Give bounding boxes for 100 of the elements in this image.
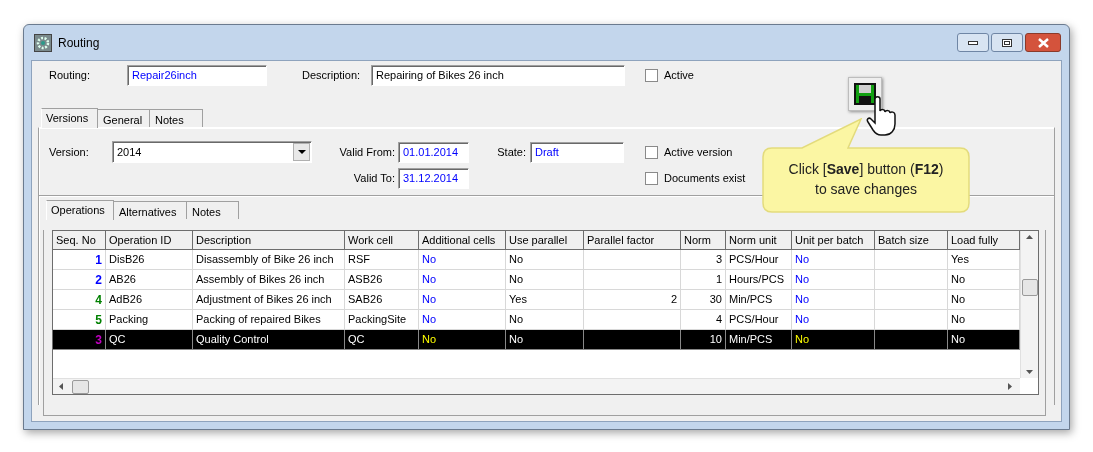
table-cell-text: 2 [670,292,677,308]
field-label: Valid From: [338,144,396,160]
callout-text: Click [Save] button (F12) to save changes [787,160,945,199]
table-cell-text: No [795,292,810,308]
column-header[interactable]: Operation ID [106,231,193,249]
table-cell-text: Packing [109,312,149,328]
column-header[interactable]: Unit per batch [792,231,875,249]
column-header[interactable]: Norm [681,231,726,249]
table-cell-text: 30 [709,292,722,308]
input-field[interactable]: 31.12.2014 [398,167,469,189]
checkbox[interactable] [645,68,658,82]
table-cell-text: PCS/Hour [729,312,779,328]
table-cell-text: AdB26 [109,292,143,308]
column-header[interactable]: Work cell [345,231,419,249]
scroll-down-icon[interactable] [1026,370,1033,374]
field-label: Routing: [49,67,91,83]
table-cell-text: Packing of repaired Bikes [196,312,321,328]
input-field[interactable]: Draft [530,141,624,163]
version-dropdown[interactable]: 2014 [112,141,312,163]
checkbox-label: Documents exist [664,170,746,186]
save-button[interactable] [848,77,882,111]
column-header[interactable]: Use parallel [506,231,584,249]
table-cell-text: Quality Control [196,332,269,348]
checkbox[interactable] [645,171,658,185]
table-cell-text: QC [348,332,365,348]
table-cell-text: No [509,272,524,288]
table-cell-text: No [422,272,437,288]
table-cell-text: 1 [715,272,722,288]
table-cell-text: 1 [95,251,102,269]
checkbox[interactable] [645,145,658,159]
input-field[interactable]: Repairing of Bikes 26 inch [371,64,625,86]
table-cell-text: No [509,312,524,328]
table-cell-text: ASB26 [348,272,383,288]
scroll-right-icon[interactable] [1008,383,1012,390]
table-cell-text: QC [109,332,126,348]
column-header[interactable]: Seq. No [53,231,106,249]
table-cell-text: Min/PCS [729,292,773,308]
vertical-scrollbar[interactable] [1020,231,1038,378]
column-header[interactable]: Description [193,231,345,249]
field-label: Description: [302,67,362,83]
checkbox-label: Active version [664,144,733,160]
maximize-button[interactable] [991,33,1023,52]
column-header[interactable]: Load fully [948,231,1020,249]
table-cell-text: PCS/Hour [729,252,779,268]
minimize-button[interactable] [957,33,989,52]
table-cell-text: No [795,252,810,268]
table-cell-text: PackingSite [348,312,407,328]
input-field[interactable]: 01.01.2014 [398,141,469,163]
scroll-left-icon[interactable] [59,383,63,390]
window-title: Routing [58,34,100,52]
horizontal-scrollbar[interactable] [53,378,1020,394]
table-cell-text: Adjustment of Bikes 26 inch [196,292,332,308]
table-cell-text: No [422,332,437,348]
table-cell-text: 3 [715,252,722,268]
tab[interactable]: Versions [41,108,98,128]
column-header[interactable]: Parallel factor [584,231,681,249]
table-cell-text: Min/PCS [729,332,773,348]
table-cell-text: RSF [348,252,370,268]
table-cell-text: No [795,272,810,288]
checkbox-label: Active [664,67,694,83]
table-cell-text: Disassembly of Bike 26 inch [196,252,334,268]
save-icon [854,83,876,105]
tab[interactable]: General [98,109,150,127]
maximize-icon [1002,38,1012,47]
table-cell-text: No [422,292,437,308]
table-row[interactable]: 1 DisB26 Disassembly of Bike 26 inch RSF No No 3 PCS/Hour No Yes [53,250,1020,270]
column-header[interactable]: Additional cells [419,231,506,249]
table-cell-text: Hours/PCS [729,272,785,288]
field-label: State: [496,144,527,160]
scrollbar-thumb[interactable] [1021,279,1038,296]
column-header[interactable]: Batch size [875,231,948,249]
table-cell-text: 10 [709,332,722,348]
tab[interactable]: Notes [187,201,239,219]
table-cell-text: No [422,252,437,268]
table-row[interactable]: 3 QC Quality Control QC No No 10 Min/PCS No No [53,330,1020,350]
tab[interactable]: Operations [46,200,114,220]
table-row[interactable]: 4 AdB26 Adjustment of Bikes 26 inch SAB26 No Yes 2 30 Min/PCS No No [53,290,1020,310]
field-label: Valid To: [352,170,396,186]
close-button[interactable] [1025,33,1061,52]
scrollbar-thumb[interactable] [72,379,89,394]
table-cell-text: AB26 [109,272,136,288]
tab[interactable]: Alternatives [114,201,187,219]
table-cell-text: No [795,312,810,328]
input-field[interactable]: Repair26inch [127,64,267,86]
table-cell-text: 4 [95,291,102,309]
table-cell-text: Yes [509,292,527,308]
table-cell-text: 4 [715,312,722,328]
table-row[interactable]: 2 AB26 Assembly of Bikes 26 inch ASB26 No No 1 Hours/PCS No No [53,270,1020,290]
table-cell-text: No [951,272,966,288]
column-header[interactable]: Norm unit [726,231,792,249]
table-cell-text: No [509,252,524,268]
table-cell-text: No [422,312,437,328]
scroll-up-icon[interactable] [1026,235,1033,239]
table-cell-text: No [951,292,966,308]
tab[interactable]: Notes [150,109,203,127]
table-cell-text: DisB26 [109,252,145,268]
table-cell-text: SAB26 [348,292,383,308]
table-cell-text: 2 [95,271,102,289]
table-row[interactable]: 5 Packing Packing of repaired Bikes PackingSite No No 4 PCS/Hour No No [53,310,1020,330]
field-label: Version: [49,144,90,160]
